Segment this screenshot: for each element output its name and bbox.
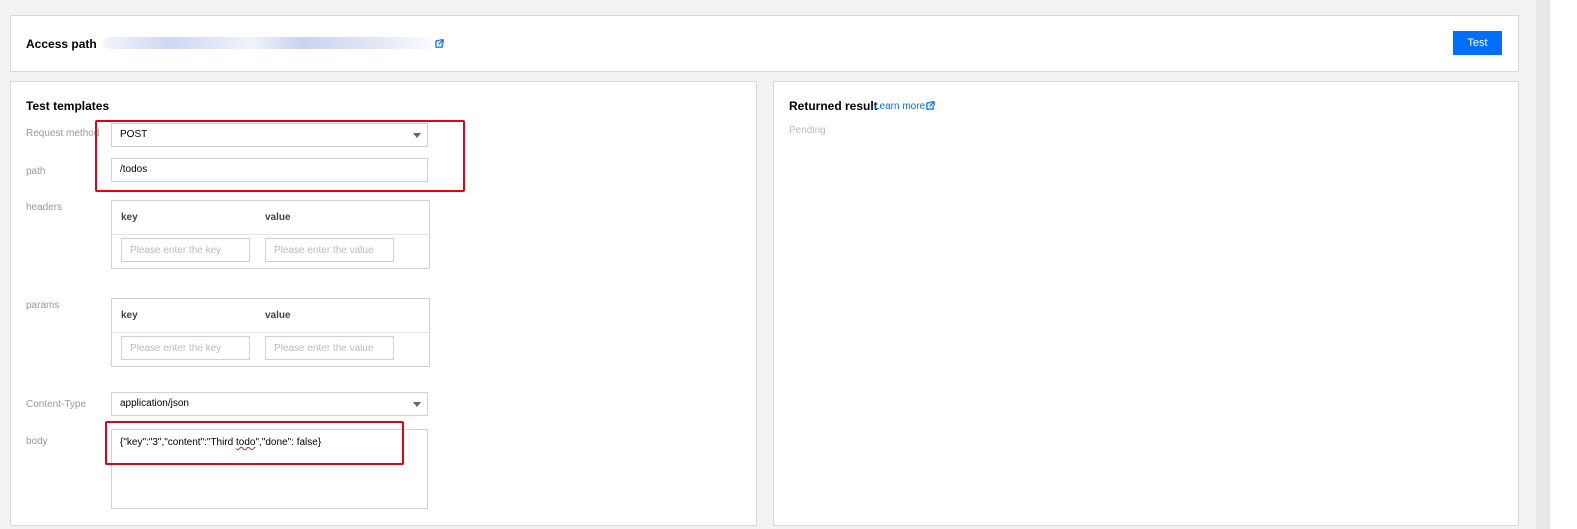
params-key-placeholder: Please enter the key	[130, 343, 222, 354]
headers-value-column: value	[265, 212, 291, 223]
headers-value-input[interactable]: Please enter the value	[265, 238, 394, 262]
params-table: key value Please enter the key Please en…	[111, 298, 430, 367]
returned-result-title: Returned result	[789, 99, 878, 113]
path-label: path	[26, 166, 46, 177]
content-type-select[interactable]: application/json	[111, 392, 428, 416]
headers-table-header: key value	[112, 201, 429, 235]
params-label: params	[26, 300, 60, 311]
headers-key-input[interactable]: Please enter the key	[121, 238, 250, 262]
test-button[interactable]: Test	[1453, 31, 1502, 55]
content-type-value: application/json	[120, 398, 189, 409]
headers-label: headers	[26, 202, 63, 213]
params-key-column: key	[121, 310, 138, 321]
learn-more-link[interactable]: Learn more	[874, 101, 925, 112]
result-status: Pending	[789, 125, 826, 136]
external-link-icon[interactable]	[435, 39, 444, 48]
headers-key-placeholder: Please enter the key	[130, 245, 222, 256]
access-path-url-redacted	[103, 37, 433, 49]
page-scrollbar[interactable]	[1536, 0, 1550, 529]
external-link-icon[interactable]	[926, 101, 935, 110]
highlight-box-method-path	[95, 120, 465, 192]
chevron-down-icon	[413, 402, 421, 407]
headers-key-column: key	[121, 212, 138, 223]
headers-table: key value Please enter the key Please en…	[111, 200, 430, 269]
body-label: body	[26, 436, 48, 447]
params-value-column: value	[265, 310, 291, 321]
access-path-title: Access path	[26, 37, 97, 51]
params-table-header: key value	[112, 299, 429, 333]
request-method-label: Request method	[26, 128, 100, 139]
params-value-placeholder: Please enter the value	[274, 343, 374, 354]
headers-value-placeholder: Please enter the value	[274, 245, 374, 256]
content-type-label: Content-Type	[26, 399, 87, 410]
params-key-input[interactable]: Please enter the key	[121, 336, 250, 360]
params-value-input[interactable]: Please enter the value	[265, 336, 394, 360]
test-templates-panel: Test templates Request method POST path …	[10, 81, 757, 526]
highlight-box-body	[105, 421, 404, 465]
test-templates-title: Test templates	[26, 99, 110, 113]
access-path-panel: Access path Test	[10, 15, 1519, 72]
page-edge	[1550, 0, 1577, 529]
returned-result-panel: Returned result Learn more Pending	[773, 81, 1519, 526]
